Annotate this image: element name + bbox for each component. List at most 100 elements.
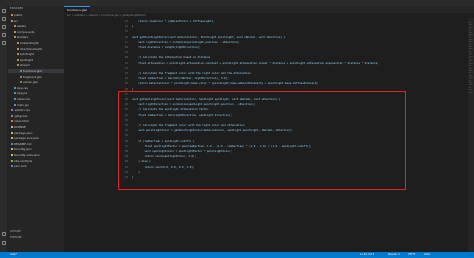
account-icon[interactable] xyxy=(2,232,6,236)
line-number: 19 xyxy=(124,51,128,55)
minimap-line xyxy=(469,79,471,81)
line-number: 23 xyxy=(124,72,128,75)
minimap-line xyxy=(469,26,473,28)
tree-item[interactable]: LICENSE xyxy=(8,125,64,129)
line-number: 21 xyxy=(124,61,128,65)
tree-item[interactable]: index.css xyxy=(8,97,64,101)
file-icon xyxy=(17,58,19,61)
tree-item-label: yarn.lock xyxy=(14,164,27,169)
tree-item[interactable]: vite.config.ts xyxy=(8,159,64,163)
code-line[interactable]: float distance = length(lightDirection); xyxy=(132,46,200,50)
minimap-line xyxy=(469,77,473,79)
source-control-icon[interactable] xyxy=(2,25,6,29)
minimap-line xyxy=(469,34,473,35)
file-icon xyxy=(11,137,13,140)
tree-item[interactable]: App.jsx xyxy=(8,91,64,95)
tree-item[interactable]: App.css xyxy=(8,86,64,90)
status-branch[interactable]: main* xyxy=(10,252,17,258)
file-icon xyxy=(11,19,13,22)
tab-functions-glsl[interactable]: functions.glsl xyxy=(64,6,90,13)
tree-item-label: ambientLight xyxy=(20,41,39,45)
outline-header[interactable]: OUTLINE xyxy=(10,230,21,233)
tree-item[interactable]: pointLight xyxy=(8,52,64,56)
status-encoding[interactable]: UTF-8 xyxy=(408,252,415,258)
code-line[interactable]: float attenuation = pointLight.attenuati… xyxy=(132,62,379,66)
tree-item-label: vertex.glsl xyxy=(23,80,38,85)
minimap-line xyxy=(469,41,473,43)
explorer-sidebar: EXPLORER public src assets components shader… xyxy=(8,6,64,252)
code-line[interactable]: return viewColor * (ambientColor + diffu… xyxy=(132,20,215,24)
tree-item-label: shared xyxy=(20,63,30,68)
line-number: 15 xyxy=(124,30,128,34)
code-line[interactable]: vec3 getPointLightColor(vec3 materialCol… xyxy=(132,36,285,40)
file-icon xyxy=(17,47,19,50)
tree-item[interactable]: fragment.glsl xyxy=(8,75,64,79)
tree-item[interactable]: vertex.glsl xyxy=(8,80,64,84)
gear-icon[interactable] xyxy=(2,241,6,245)
file-icon xyxy=(11,131,13,134)
tree-item-label: App.css xyxy=(17,85,28,90)
code-line[interactable]: float lambertian = max(dot(vNormal, ligh… xyxy=(132,77,229,81)
code-line[interactable]: vec3 lightDirection = normalize(pointLig… xyxy=(132,41,240,45)
tree-item-label: index.css xyxy=(17,97,30,101)
line-number: 20 xyxy=(124,56,128,60)
tree-item[interactable]: spotLight xyxy=(8,58,64,62)
file-icon xyxy=(11,148,13,151)
activity-bar xyxy=(0,6,8,252)
tree-item[interactable]: package.json xyxy=(8,131,64,135)
timeline-header[interactable]: TIMELINE xyxy=(10,236,22,239)
tree-item[interactable]: .gitignore xyxy=(8,114,64,118)
tree-item-label: functions.glsl xyxy=(23,69,42,73)
line-number: 18 xyxy=(124,46,128,49)
tree-item-label: main.jsx xyxy=(17,102,29,107)
minimap-line xyxy=(469,55,473,57)
tree-item[interactable]: public xyxy=(8,13,64,17)
line-number: 22 xyxy=(124,66,128,70)
search-icon[interactable] xyxy=(2,17,6,21)
tree-item[interactable]: package-lock.json xyxy=(8,136,64,140)
tree-item[interactable]: yarn.lock xyxy=(8,164,64,168)
tree-item[interactable]: functions.glsl xyxy=(8,69,64,73)
tab-bar: functions.glsl xyxy=(64,6,474,13)
code-line[interactable]: return materialColor * pointLight.base.c… xyxy=(132,82,318,86)
tree-item[interactable]: shaders xyxy=(8,35,64,39)
tree-item-label: package.json xyxy=(14,130,33,135)
status-language[interactable]: GLSL xyxy=(424,252,430,258)
code-line[interactable]: // Calculate the fragment color with the… xyxy=(132,72,250,76)
explorer-icon[interactable] xyxy=(2,9,6,13)
run-debug-icon[interactable] xyxy=(2,33,6,37)
minimap-line xyxy=(469,46,472,47)
tree-item-label: README.md xyxy=(14,141,32,146)
tree-item[interactable]: components xyxy=(8,30,64,34)
file-icon xyxy=(17,53,19,56)
tree-item[interactable]: index.html xyxy=(8,119,64,123)
tree-item-label: fragment.glsl xyxy=(23,74,42,79)
line-number: 14 xyxy=(124,25,128,29)
file-icon xyxy=(14,36,16,39)
explorer-header: EXPLORER xyxy=(10,7,24,10)
tree-item-label: public xyxy=(14,13,23,17)
tree-item-label: shaders xyxy=(17,35,29,40)
tree-item[interactable]: .eslintrc.cjs xyxy=(8,108,64,112)
minimap-line xyxy=(469,65,471,67)
tree-item[interactable]: shared xyxy=(8,63,64,67)
status-spaces[interactable]: Spaces: 4 xyxy=(388,252,400,258)
tree-item[interactable]: tsconfig.node.json xyxy=(8,153,64,157)
minimap-line xyxy=(469,48,473,50)
status-position[interactable]: Ln 43, Col 2 xyxy=(360,252,374,258)
tree-item[interactable]: src xyxy=(8,19,64,23)
file-icon xyxy=(11,165,13,168)
code-line[interactable]: // Calculate the attenuation based on di… xyxy=(132,56,210,60)
extensions-icon[interactable] xyxy=(2,41,6,45)
tree-item[interactable]: assets xyxy=(8,24,64,28)
tree-item[interactable]: tsconfig.json xyxy=(8,147,64,151)
minimap-line xyxy=(469,91,473,93)
minimap-scrollbar[interactable] xyxy=(468,18,474,252)
tree-item[interactable]: main.jsx xyxy=(8,103,64,107)
minimap-line xyxy=(469,29,471,31)
tree-item[interactable]: ambientLight xyxy=(8,41,64,45)
tree-item-label: pointLight xyxy=(20,52,35,57)
tree-item[interactable]: README.md xyxy=(8,142,64,146)
tree-item[interactable]: directionalLight xyxy=(8,47,64,51)
code-line[interactable]: } xyxy=(132,25,134,29)
